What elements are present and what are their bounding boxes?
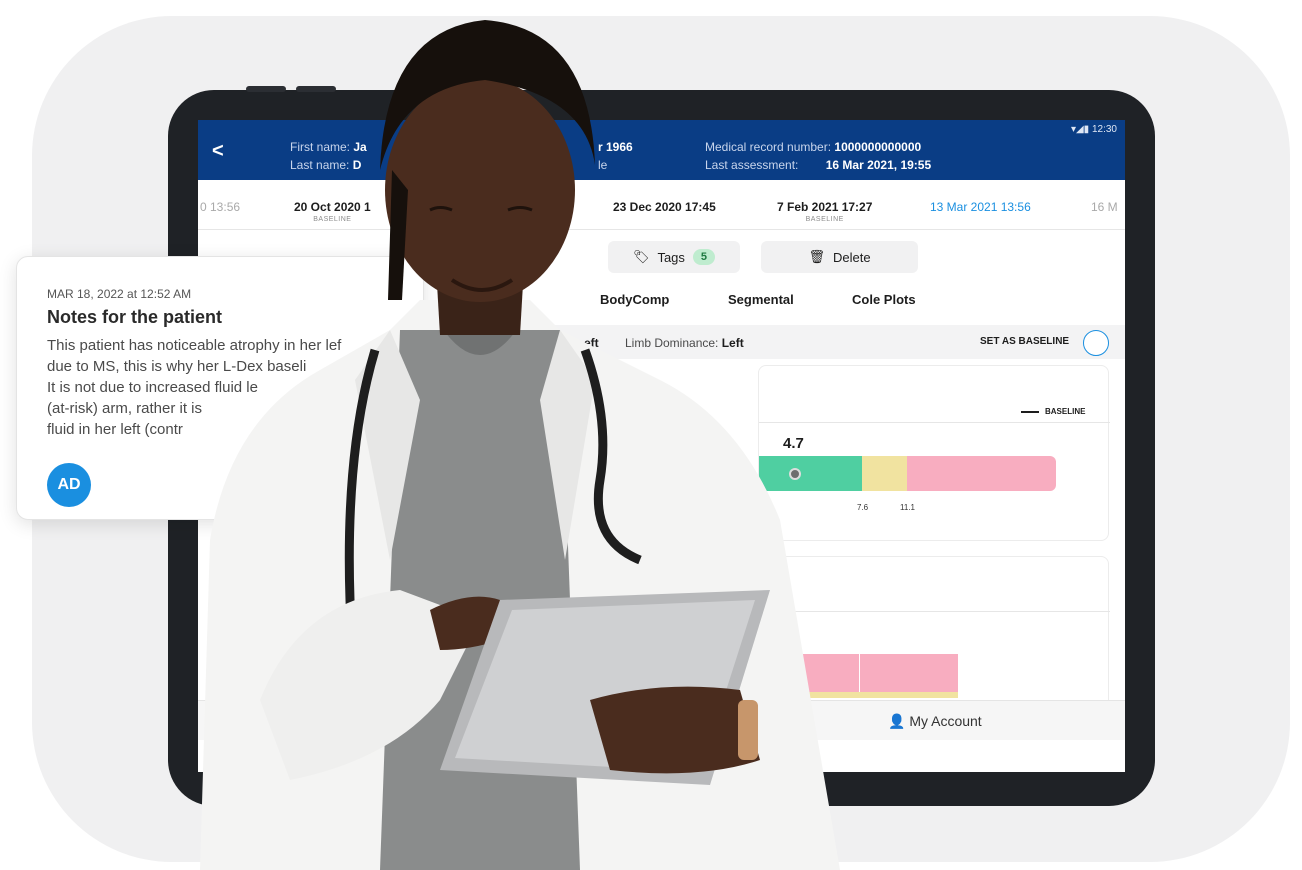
- status-time: 12:30: [1091, 124, 1117, 135]
- date-item-selected[interactable]: 13 Mar 2021 13:56: [930, 200, 1031, 214]
- author-avatar: AD: [47, 463, 91, 507]
- status-bar: ▾◢▮ 12:30: [1071, 124, 1117, 135]
- my-account-nav[interactable]: 👤 My Account: [888, 713, 982, 730]
- signal-icon: ▾◢▮: [1070, 124, 1092, 135]
- marketing-scene: < First name: Ja Last name: D r 1966 le …: [0, 0, 1302, 870]
- baseline-legend: BASELINE: [1021, 407, 1085, 416]
- tick-label: 11.1: [900, 503, 915, 512]
- set-baseline-label: SET AS BASELINE: [980, 336, 1070, 347]
- ldex-elevated-range: [907, 456, 1056, 491]
- user-icon: 👤: [888, 713, 906, 729]
- doctor-photo: [200, 20, 840, 870]
- date-item[interactable]: 16 M: [1091, 200, 1118, 214]
- bar-segment: [859, 654, 958, 692]
- set-baseline-toggle[interactable]: [1083, 330, 1109, 356]
